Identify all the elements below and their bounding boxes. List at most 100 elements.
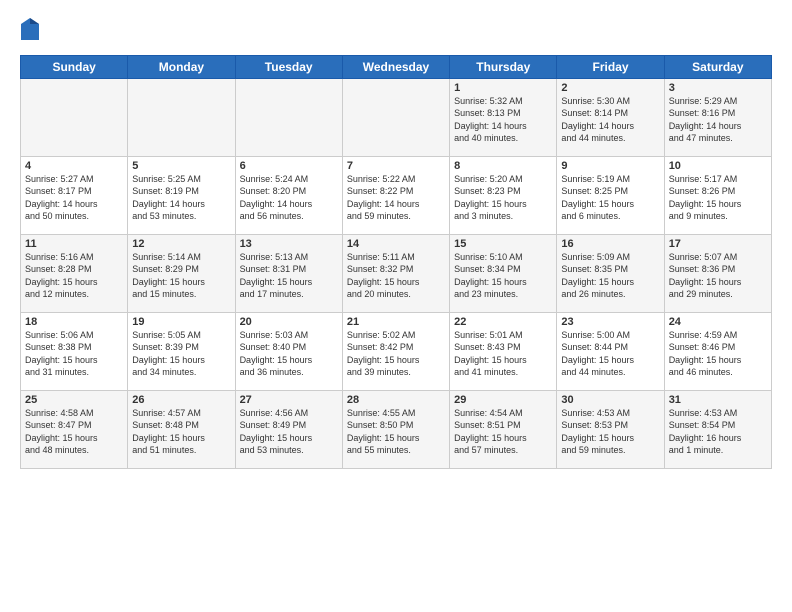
calendar-cell [21,78,128,156]
calendar-cell [342,78,449,156]
day-info: Sunrise: 5:13 AM Sunset: 8:31 PM Dayligh… [240,251,338,301]
day-number: 22 [454,316,552,328]
day-number: 31 [669,394,767,406]
weekday-sunday: Sunday [21,55,128,78]
day-number: 25 [25,394,123,406]
day-number: 16 [561,238,659,250]
calendar-cell: 25Sunrise: 4:58 AM Sunset: 8:47 PM Dayli… [21,390,128,468]
day-info: Sunrise: 4:57 AM Sunset: 8:48 PM Dayligh… [132,407,230,457]
day-number: 26 [132,394,230,406]
calendar-cell: 3Sunrise: 5:29 AM Sunset: 8:16 PM Daylig… [664,78,771,156]
day-number: 19 [132,316,230,328]
weekday-monday: Monday [128,55,235,78]
day-number: 18 [25,316,123,328]
day-number: 3 [669,82,767,94]
header [20,18,772,45]
calendar-cell: 24Sunrise: 4:59 AM Sunset: 8:46 PM Dayli… [664,312,771,390]
week-row-4: 18Sunrise: 5:06 AM Sunset: 8:38 PM Dayli… [21,312,772,390]
day-number: 30 [561,394,659,406]
calendar-cell: 23Sunrise: 5:00 AM Sunset: 8:44 PM Dayli… [557,312,664,390]
weekday-thursday: Thursday [450,55,557,78]
day-number: 23 [561,316,659,328]
day-number: 10 [669,160,767,172]
weekday-friday: Friday [557,55,664,78]
day-info: Sunrise: 4:53 AM Sunset: 8:53 PM Dayligh… [561,407,659,457]
day-number: 2 [561,82,659,94]
day-info: Sunrise: 4:56 AM Sunset: 8:49 PM Dayligh… [240,407,338,457]
calendar-cell: 5Sunrise: 5:25 AM Sunset: 8:19 PM Daylig… [128,156,235,234]
day-info: Sunrise: 5:00 AM Sunset: 8:44 PM Dayligh… [561,329,659,379]
day-info: Sunrise: 5:06 AM Sunset: 8:38 PM Dayligh… [25,329,123,379]
calendar-cell: 17Sunrise: 5:07 AM Sunset: 8:36 PM Dayli… [664,234,771,312]
week-row-3: 11Sunrise: 5:16 AM Sunset: 8:28 PM Dayli… [21,234,772,312]
week-row-1: 1Sunrise: 5:32 AM Sunset: 8:13 PM Daylig… [21,78,772,156]
day-info: Sunrise: 4:59 AM Sunset: 8:46 PM Dayligh… [669,329,767,379]
day-info: Sunrise: 5:32 AM Sunset: 8:13 PM Dayligh… [454,95,552,145]
calendar-cell: 16Sunrise: 5:09 AM Sunset: 8:35 PM Dayli… [557,234,664,312]
calendar-cell: 19Sunrise: 5:05 AM Sunset: 8:39 PM Dayli… [128,312,235,390]
calendar-cell [128,78,235,156]
day-number: 5 [132,160,230,172]
logo [20,18,39,45]
page: SundayMondayTuesdayWednesdayThursdayFrid… [0,0,792,612]
logo-icon [21,18,39,40]
day-info: Sunrise: 4:58 AM Sunset: 8:47 PM Dayligh… [25,407,123,457]
calendar-cell: 7Sunrise: 5:22 AM Sunset: 8:22 PM Daylig… [342,156,449,234]
day-number: 28 [347,394,445,406]
day-info: Sunrise: 5:29 AM Sunset: 8:16 PM Dayligh… [669,95,767,145]
day-info: Sunrise: 5:17 AM Sunset: 8:26 PM Dayligh… [669,173,767,223]
calendar-cell: 22Sunrise: 5:01 AM Sunset: 8:43 PM Dayli… [450,312,557,390]
weekday-tuesday: Tuesday [235,55,342,78]
day-info: Sunrise: 5:30 AM Sunset: 8:14 PM Dayligh… [561,95,659,145]
calendar-cell: 27Sunrise: 4:56 AM Sunset: 8:49 PM Dayli… [235,390,342,468]
calendar-cell: 9Sunrise: 5:19 AM Sunset: 8:25 PM Daylig… [557,156,664,234]
day-number: 1 [454,82,552,94]
day-info: Sunrise: 5:11 AM Sunset: 8:32 PM Dayligh… [347,251,445,301]
day-info: Sunrise: 4:53 AM Sunset: 8:54 PM Dayligh… [669,407,767,457]
week-row-2: 4Sunrise: 5:27 AM Sunset: 8:17 PM Daylig… [21,156,772,234]
calendar-cell: 26Sunrise: 4:57 AM Sunset: 8:48 PM Dayli… [128,390,235,468]
day-number: 20 [240,316,338,328]
day-number: 24 [669,316,767,328]
day-info: Sunrise: 5:09 AM Sunset: 8:35 PM Dayligh… [561,251,659,301]
calendar-cell: 6Sunrise: 5:24 AM Sunset: 8:20 PM Daylig… [235,156,342,234]
day-number: 27 [240,394,338,406]
calendar-cell: 28Sunrise: 4:55 AM Sunset: 8:50 PM Dayli… [342,390,449,468]
day-info: Sunrise: 5:02 AM Sunset: 8:42 PM Dayligh… [347,329,445,379]
day-info: Sunrise: 5:20 AM Sunset: 8:23 PM Dayligh… [454,173,552,223]
day-info: Sunrise: 5:27 AM Sunset: 8:17 PM Dayligh… [25,173,123,223]
day-number: 17 [669,238,767,250]
day-number: 14 [347,238,445,250]
calendar-cell: 1Sunrise: 5:32 AM Sunset: 8:13 PM Daylig… [450,78,557,156]
day-number: 11 [25,238,123,250]
day-info: Sunrise: 5:22 AM Sunset: 8:22 PM Dayligh… [347,173,445,223]
calendar-cell: 21Sunrise: 5:02 AM Sunset: 8:42 PM Dayli… [342,312,449,390]
weekday-wednesday: Wednesday [342,55,449,78]
calendar-cell: 14Sunrise: 5:11 AM Sunset: 8:32 PM Dayli… [342,234,449,312]
day-info: Sunrise: 5:03 AM Sunset: 8:40 PM Dayligh… [240,329,338,379]
calendar-cell: 30Sunrise: 4:53 AM Sunset: 8:53 PM Dayli… [557,390,664,468]
calendar-cell: 29Sunrise: 4:54 AM Sunset: 8:51 PM Dayli… [450,390,557,468]
day-number: 15 [454,238,552,250]
day-number: 4 [25,160,123,172]
day-number: 12 [132,238,230,250]
calendar-cell: 11Sunrise: 5:16 AM Sunset: 8:28 PM Dayli… [21,234,128,312]
day-number: 8 [454,160,552,172]
calendar-cell: 8Sunrise: 5:20 AM Sunset: 8:23 PM Daylig… [450,156,557,234]
calendar-cell: 4Sunrise: 5:27 AM Sunset: 8:17 PM Daylig… [21,156,128,234]
day-info: Sunrise: 5:24 AM Sunset: 8:20 PM Dayligh… [240,173,338,223]
day-info: Sunrise: 5:01 AM Sunset: 8:43 PM Dayligh… [454,329,552,379]
weekday-saturday: Saturday [664,55,771,78]
calendar: SundayMondayTuesdayWednesdayThursdayFrid… [20,55,772,469]
calendar-cell: 13Sunrise: 5:13 AM Sunset: 8:31 PM Dayli… [235,234,342,312]
calendar-cell: 20Sunrise: 5:03 AM Sunset: 8:40 PM Dayli… [235,312,342,390]
calendar-cell: 18Sunrise: 5:06 AM Sunset: 8:38 PM Dayli… [21,312,128,390]
day-info: Sunrise: 5:16 AM Sunset: 8:28 PM Dayligh… [25,251,123,301]
day-info: Sunrise: 5:10 AM Sunset: 8:34 PM Dayligh… [454,251,552,301]
day-info: Sunrise: 5:05 AM Sunset: 8:39 PM Dayligh… [132,329,230,379]
calendar-cell: 10Sunrise: 5:17 AM Sunset: 8:26 PM Dayli… [664,156,771,234]
day-number: 21 [347,316,445,328]
day-number: 13 [240,238,338,250]
day-number: 7 [347,160,445,172]
calendar-cell: 15Sunrise: 5:10 AM Sunset: 8:34 PM Dayli… [450,234,557,312]
